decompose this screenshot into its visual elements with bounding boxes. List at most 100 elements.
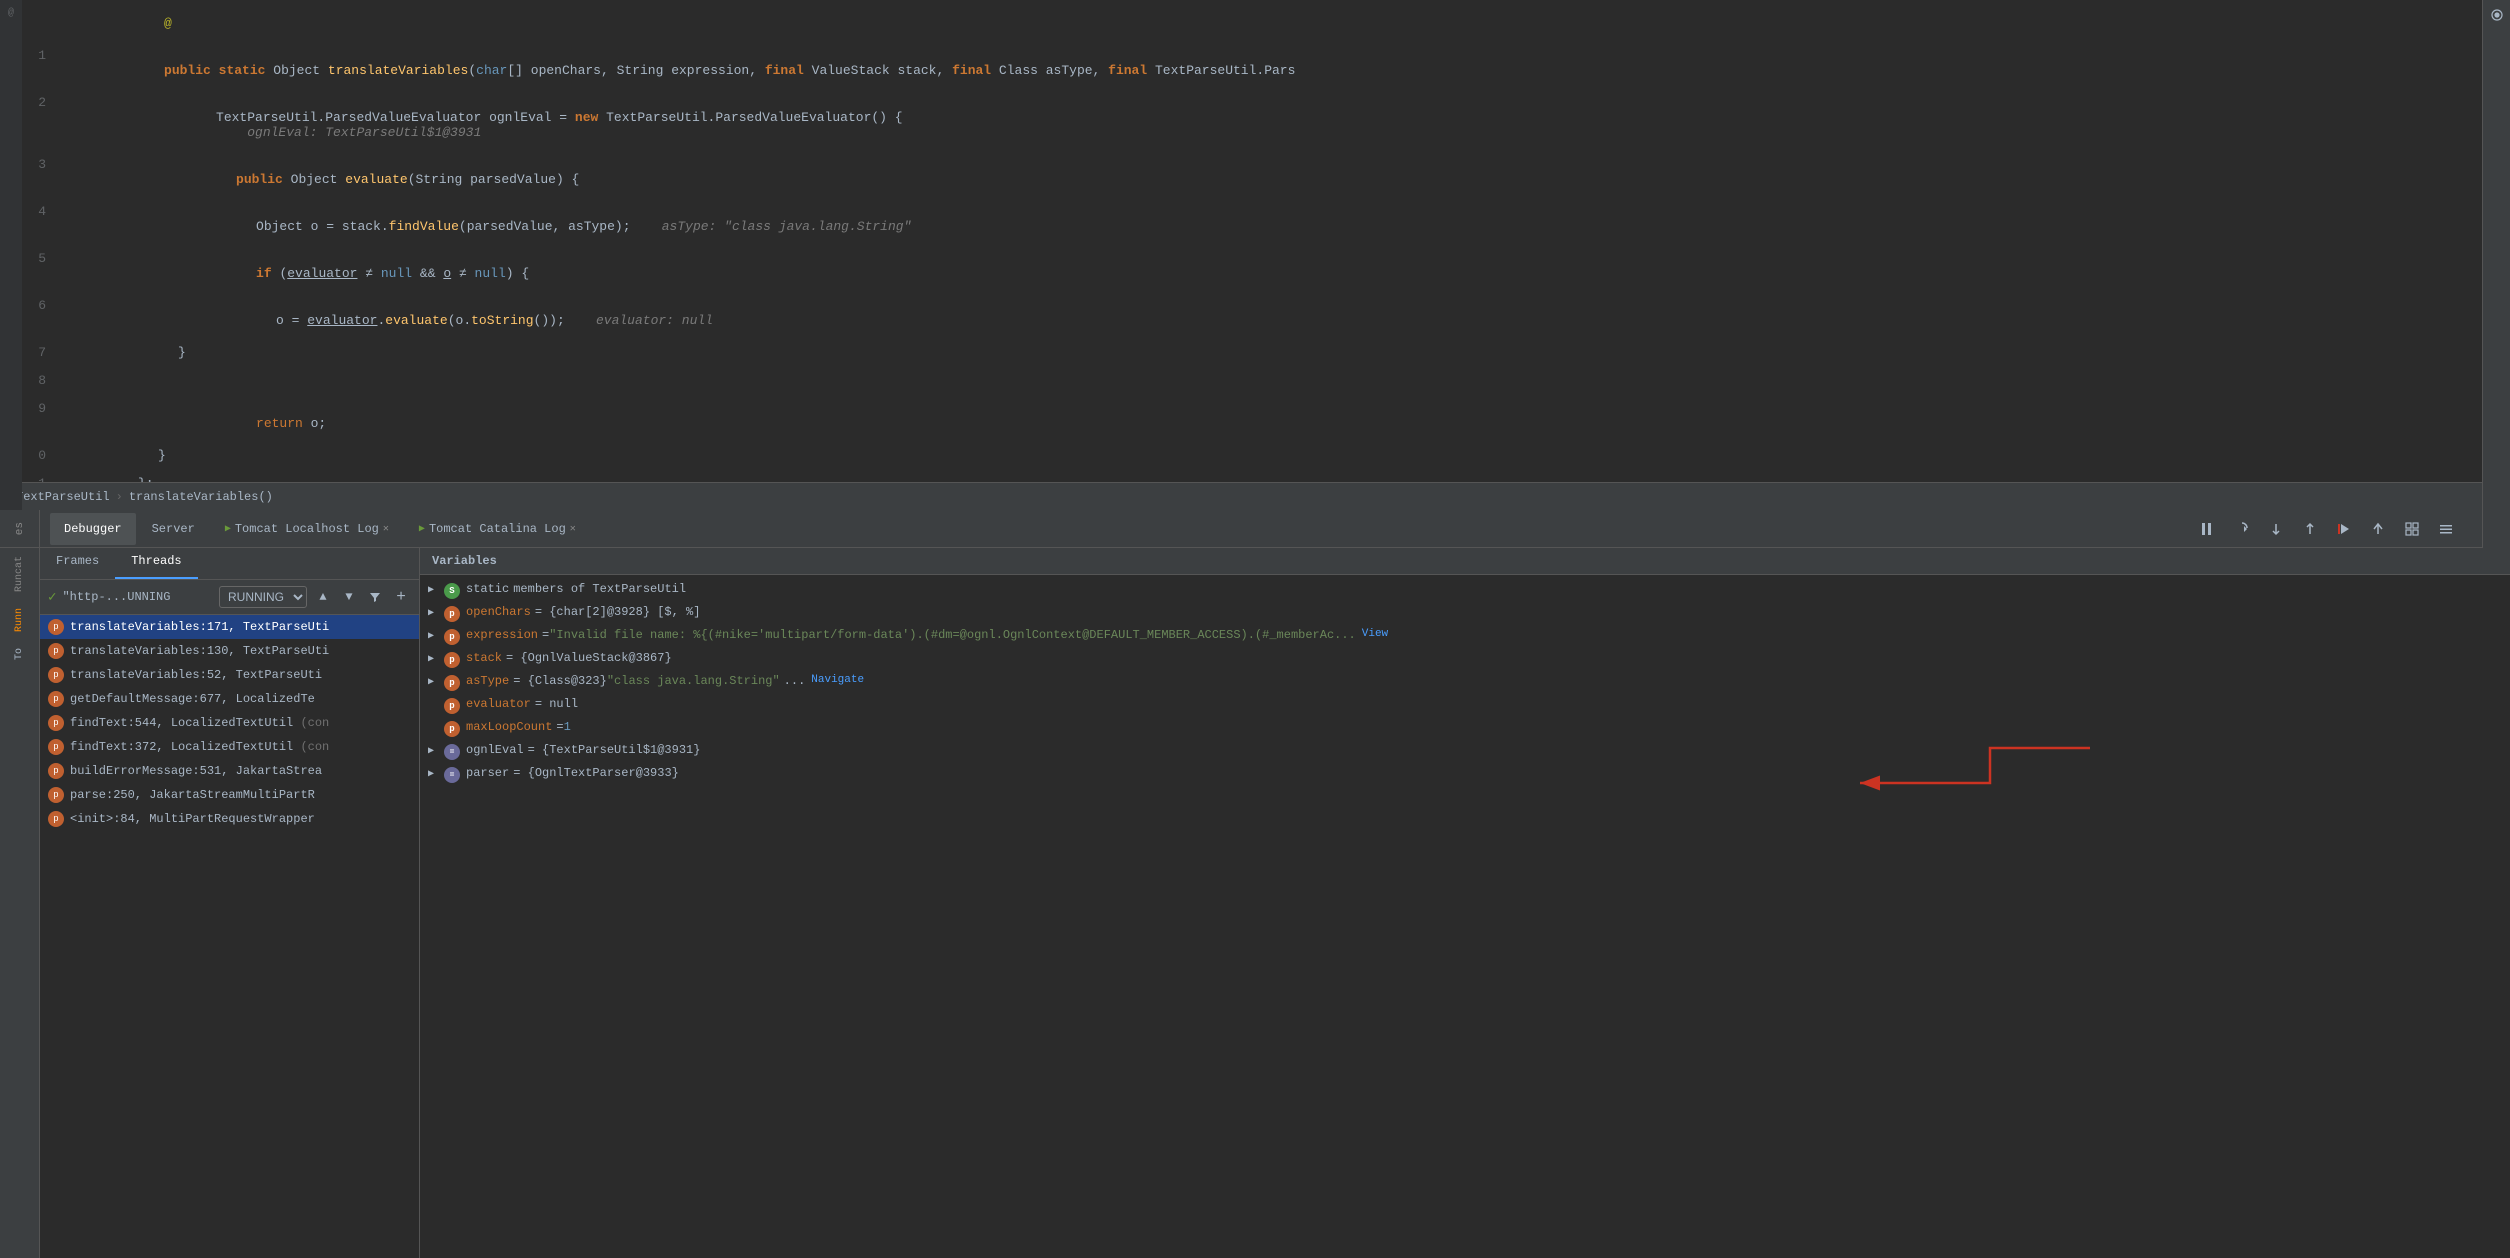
var-item-ognleval[interactable]: ▶ = ognlEval = {TextParseUtil$1@3931} bbox=[420, 740, 2510, 763]
es-label: es bbox=[14, 522, 26, 535]
line-content: Object o = stack.findValue(parsedValue, … bbox=[78, 204, 2510, 249]
var-type-icon-eq: = bbox=[444, 744, 460, 760]
line-content: } bbox=[78, 448, 2510, 463]
var-value-num: 1 bbox=[564, 720, 571, 734]
line-content: if (evaluator ≠ null && o ≠ null) { bbox=[78, 251, 2510, 296]
thread-add-button[interactable]: + bbox=[391, 587, 411, 607]
frame-item[interactable]: p getDefaultMessage:677, LocalizedTe bbox=[40, 687, 419, 711]
var-type-icon-eq: = bbox=[444, 767, 460, 783]
line-content: o = evaluator.evaluate(o.toString()); ev… bbox=[78, 298, 2510, 343]
grid-button[interactable] bbox=[2398, 515, 2426, 543]
frame-text: buildErrorMessage:531, JakartaStrea bbox=[70, 764, 322, 778]
code-line: 7 } bbox=[22, 344, 2510, 372]
var-name: ognlEval bbox=[466, 743, 524, 757]
frames-threads-tabs: Frames Threads bbox=[40, 548, 419, 580]
variables-header: Variables bbox=[420, 548, 2510, 575]
var-type-icon-p: p bbox=[444, 629, 460, 645]
var-name: stack bbox=[466, 651, 502, 665]
expand-icon: ▶ bbox=[428, 676, 444, 688]
evaluate-button[interactable] bbox=[2364, 515, 2392, 543]
frame-text: translateVariables:171, TextParseUti bbox=[70, 620, 329, 634]
line-content: public Object evaluate(String parsedValu… bbox=[78, 157, 2510, 202]
annotation-text: @ bbox=[164, 16, 172, 31]
frame-item[interactable]: p <init>:84, MultiPartRequestWrapper bbox=[40, 807, 419, 831]
var-value: = {OgnlTextParser@3933} bbox=[513, 766, 679, 780]
code-line: 4 Object o = stack.findValue(parsedValue… bbox=[22, 203, 2510, 250]
tab-tomcat-localhost[interactable]: ▶ Tomcat Localhost Log ✕ bbox=[211, 513, 403, 545]
var-item-openchars[interactable]: ▶ p openChars = {char[2]@3928} [$, %] bbox=[420, 602, 2510, 625]
var-item-maxloopcount[interactable]: ▶ p maxLoopCount = 1 bbox=[420, 717, 2510, 740]
frame-icon: p bbox=[48, 811, 64, 827]
frame-icon: p bbox=[48, 763, 64, 779]
code-line: 5 if (evaluator ≠ null && o ≠ null) { bbox=[22, 250, 2510, 297]
code-line: 8 bbox=[22, 372, 2510, 400]
var-item-parser[interactable]: ▶ = parser = {OgnlTextParser@3933} bbox=[420, 763, 2510, 786]
var-value: = {OgnlValueStack@3867} bbox=[506, 651, 672, 665]
frame-icon: p bbox=[48, 619, 64, 635]
breadcrumb-bar: TextParseUtil › translateVariables() bbox=[0, 482, 2510, 510]
line-number: 0 bbox=[22, 448, 58, 463]
to-label[interactable]: To bbox=[14, 648, 25, 660]
line-number: 8 bbox=[22, 373, 58, 388]
frame-item[interactable]: p translateVariables:130, TextParseUti bbox=[40, 639, 419, 663]
tab-icon: ▶ bbox=[225, 523, 231, 535]
step-over-button[interactable] bbox=[2228, 515, 2256, 543]
frame-icon: p bbox=[48, 667, 64, 683]
side-panel-label: es bbox=[0, 510, 40, 547]
frame-item[interactable]: p findText:372, LocalizedTextUtil (con bbox=[40, 735, 419, 759]
frame-icon: p bbox=[48, 739, 64, 755]
resume-button[interactable] bbox=[2194, 515, 2222, 543]
code-area: @ 1 public static Object translateVariab… bbox=[22, 0, 2510, 482]
expand-icon: ▶ bbox=[428, 607, 444, 619]
var-item-astype[interactable]: ▶ p asType = {Class@323} "class java.lan… bbox=[420, 671, 2510, 694]
var-item-evaluator[interactable]: ▶ p evaluator = null bbox=[420, 694, 2510, 717]
frame-item[interactable]: p buildErrorMessage:531, JakartaStrea bbox=[40, 759, 419, 783]
tab-debugger[interactable]: Debugger bbox=[50, 513, 136, 545]
var-type-icon-p: p bbox=[444, 698, 460, 714]
expand-icon: ▶ bbox=[428, 745, 444, 757]
var-item-static[interactable]: ▶ S static members of TextParseUtil bbox=[420, 579, 2510, 602]
var-item-stack[interactable]: ▶ p stack = {OgnlValueStack@3867} bbox=[420, 648, 2510, 671]
run-button-label[interactable]: Runn bbox=[14, 608, 25, 632]
var-item-expression[interactable]: ▶ p expression = "Invalid file name: %{(… bbox=[420, 625, 2510, 648]
tab-frames[interactable]: Frames bbox=[40, 548, 115, 579]
thread-up-button[interactable]: ▲ bbox=[313, 587, 333, 607]
toolbar-icons: ⊕ bbox=[2194, 515, 2502, 543]
expand-icon: ▶ bbox=[428, 630, 444, 642]
run-to-cursor-button[interactable] bbox=[2330, 515, 2358, 543]
var-eq: = bbox=[542, 628, 549, 642]
var-value: = null bbox=[535, 697, 578, 711]
thread-selector: ✓ "http-...UNNING RUNNING BLOCKED WAITIN… bbox=[40, 580, 419, 615]
var-navigate-text: ... bbox=[784, 674, 806, 688]
frame-item[interactable]: p findText:544, LocalizedTextUtil (con bbox=[40, 711, 419, 735]
thread-dropdown[interactable]: RUNNING BLOCKED WAITING bbox=[219, 586, 307, 608]
tab-threads[interactable]: Threads bbox=[115, 548, 197, 579]
tomcat-label[interactable]: Runcat bbox=[14, 556, 25, 592]
code-line: @ bbox=[22, 0, 2510, 47]
more-button[interactable] bbox=[2432, 515, 2460, 543]
annotation-icon: @ bbox=[2, 4, 20, 22]
frame-icon: p bbox=[48, 715, 64, 731]
frame-item-selected[interactable]: p translateVariables:171, TextParseUti bbox=[40, 615, 419, 639]
tab-close-icon[interactable]: ✕ bbox=[383, 523, 389, 535]
frame-text: <init>:84, MultiPartRequestWrapper bbox=[70, 812, 315, 826]
tab-server[interactable]: Server bbox=[138, 513, 209, 545]
step-into-button[interactable] bbox=[2262, 515, 2290, 543]
step-out-button[interactable] bbox=[2296, 515, 2324, 543]
frame-item[interactable]: p translateVariables:52, TextParseUti bbox=[40, 663, 419, 687]
thread-down-button[interactable]: ▼ bbox=[339, 587, 359, 607]
thread-filter-button[interactable] bbox=[365, 587, 385, 607]
tab-close-icon[interactable]: ✕ bbox=[570, 523, 576, 535]
tab-tomcat-catalina[interactable]: ▶ Tomcat Catalina Log ✕ bbox=[405, 513, 590, 545]
var-name: static bbox=[466, 582, 509, 596]
view-link[interactable]: View bbox=[1362, 628, 1388, 640]
line-number: 3 bbox=[22, 157, 58, 172]
frame-text: findText:372, LocalizedTextUtil (con bbox=[70, 740, 329, 754]
frame-item[interactable]: p parse:250, JakartaStreamMultiPartR bbox=[40, 783, 419, 807]
var-value-string: "class java.lang.String" bbox=[607, 674, 780, 688]
tab-label: Tomcat Localhost Log bbox=[235, 522, 379, 536]
frame-text: translateVariables:52, TextParseUti bbox=[70, 668, 322, 682]
var-type-icon-p: p bbox=[444, 652, 460, 668]
navigate-link[interactable]: Navigate bbox=[811, 674, 864, 686]
code-line: 3 public Object evaluate(String parsedVa… bbox=[22, 156, 2510, 203]
